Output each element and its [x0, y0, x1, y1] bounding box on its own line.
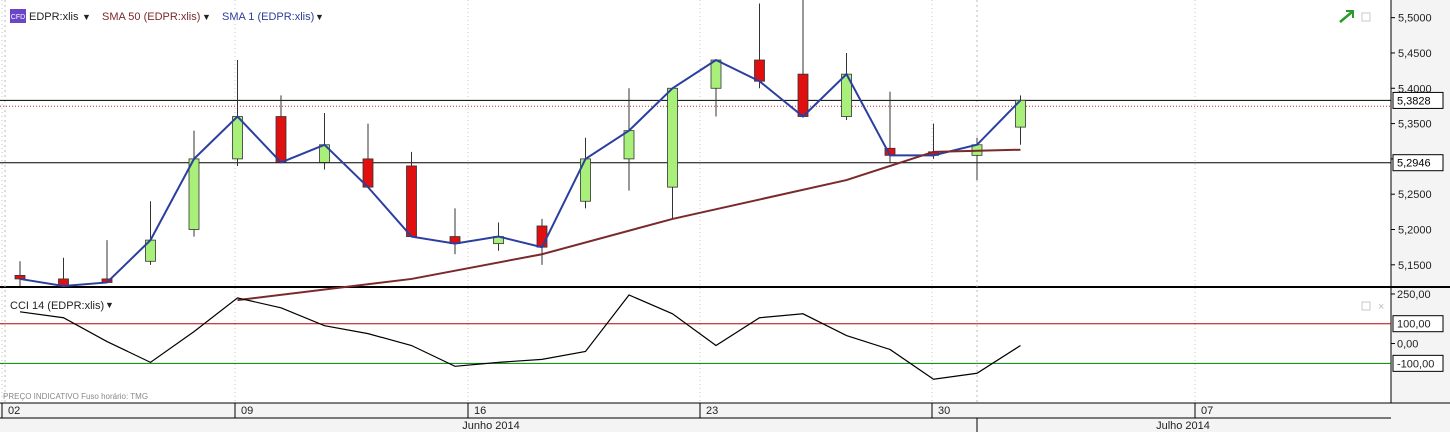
- cci-tick-label: 0,00: [1397, 339, 1418, 351]
- day-label: 16: [474, 405, 486, 417]
- price-level-label: 5,2946: [1397, 158, 1431, 170]
- sma50-dropdown-icon[interactable]: ▼: [202, 12, 211, 22]
- candle-body-up: [667, 87, 678, 188]
- month-label: Junho 2014: [462, 420, 520, 432]
- price-tick-label: 5,2500: [1398, 189, 1432, 201]
- cci-dropdown-icon[interactable]: ▼: [105, 300, 114, 310]
- price-tick-label: 5,4500: [1398, 48, 1432, 60]
- candle-body-down: [536, 225, 548, 248]
- candle-body-up: [232, 116, 243, 160]
- day-label: 09: [241, 405, 253, 417]
- candle-body-down: [275, 116, 287, 163]
- price-tick-label: 5,5000: [1398, 13, 1432, 25]
- cfd-badge-label: CFD: [11, 14, 25, 21]
- day-label: 07: [1201, 405, 1213, 417]
- cci-label[interactable]: CCI 14 (EDPR:xlis): [10, 300, 104, 312]
- candle-body-down: [754, 59, 765, 82]
- price-level-label: 5,3828: [1397, 95, 1431, 107]
- sma1-legend[interactable]: SMA 1 (EDPR:xlis): [222, 11, 314, 23]
- cci-close-icon[interactable]: ×: [1378, 301, 1384, 313]
- cci-tick-label: -100,00: [1397, 358, 1434, 370]
- candle-body-down: [406, 165, 417, 237]
- symbol-dropdown-icon[interactable]: ▼: [82, 12, 91, 22]
- day-label: 30: [938, 405, 950, 417]
- chart-canvas[interactable]: 02 09 16 23 30 07 Junho 2014 Julho 2014 5,5000 5,…: [0, 0, 1450, 432]
- price-tick-label: 5,3500: [1398, 119, 1432, 131]
- cci-legend[interactable]: CCI 14 (EDPR:xlis) ▼: [10, 300, 114, 312]
- month-label: Julho 2014: [1156, 420, 1210, 432]
- chart-window: 02 09 16 23 30 07 Junho 2014 Julho 2014 5,5000 5,…: [0, 0, 1450, 432]
- sma1-dropdown-icon[interactable]: ▼: [315, 12, 324, 22]
- candle-body-down: [797, 73, 809, 117]
- candle-body-up: [188, 158, 200, 230]
- price-tick-label: 5,2000: [1398, 225, 1432, 237]
- price-legend[interactable]: CFD EDPR:xlis ▼ SMA 50 (EDPR:xlis) ▼ SMA…: [10, 9, 324, 23]
- candle-body-up: [623, 130, 635, 160]
- candle-body-up: [710, 59, 722, 89]
- cci-tick-label: 100,00: [1397, 319, 1431, 331]
- footer-note: PREÇO INDICATIVO Fuso horário: TMG: [3, 392, 148, 401]
- sma50-legend[interactable]: SMA 50 (EDPR:xlis): [102, 11, 200, 23]
- day-label: 23: [706, 405, 718, 417]
- cci-tick-label: 250,00: [1397, 289, 1431, 301]
- day-label: 02: [8, 405, 20, 417]
- price-tick-label: 5,1500: [1398, 260, 1432, 272]
- symbol-label[interactable]: EDPR:xlis: [29, 11, 79, 23]
- candle-body-down: [14, 275, 26, 280]
